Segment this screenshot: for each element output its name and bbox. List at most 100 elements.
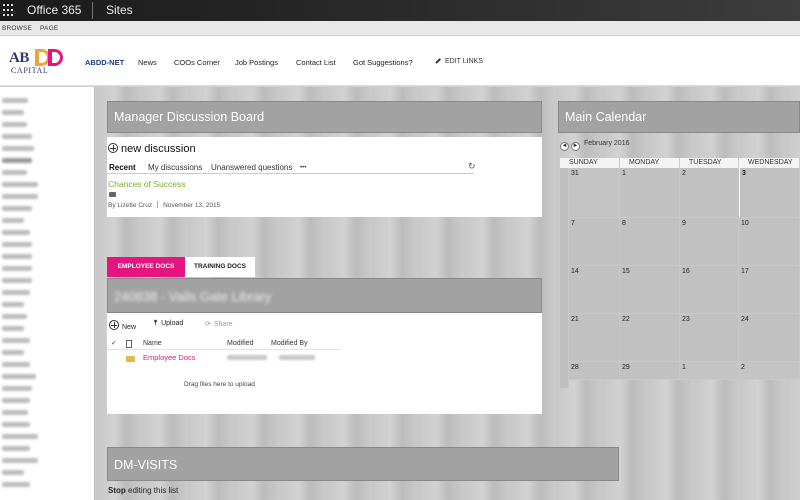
- suite-title[interactable]: Office 365: [27, 3, 81, 17]
- tab-recent[interactable]: Recent: [109, 163, 136, 172]
- calendar-day-cell[interactable]: 16: [680, 266, 739, 314]
- tab-unanswered-questions[interactable]: Unanswered questions: [211, 163, 292, 172]
- nav-item-abdd-net[interactable]: ABDD-NET: [85, 58, 124, 67]
- edit-links-button[interactable]: EDIT LINKS: [435, 58, 483, 65]
- nav-item-got-suggestions[interactable]: Got Suggestions?: [353, 58, 413, 67]
- calendar-day-cell[interactable]: 29: [620, 362, 680, 380]
- upload-button[interactable]: ⤒ Upload: [154, 320, 183, 328]
- column-header-name[interactable]: Name: [143, 340, 162, 347]
- sidebar-item[interactable]: [2, 122, 27, 127]
- new-discussion-button[interactable]: new discussion: [108, 143, 196, 155]
- ribbon-tab-browse[interactable]: BROWSE: [2, 25, 32, 32]
- calendar-day-cell[interactable]: 10: [739, 218, 800, 266]
- sidebar-item[interactable]: [2, 314, 27, 319]
- discussion-board-panel: new discussion Recent My discussions Una…: [107, 137, 542, 217]
- sidebar-item[interactable]: [2, 362, 30, 367]
- calendar-day-cell[interactable]: 2: [739, 362, 800, 380]
- sidebar-item[interactable]: [2, 158, 32, 163]
- calendar-day-cell[interactable]: 15: [620, 266, 680, 314]
- suite-sites-link[interactable]: Sites: [106, 3, 133, 17]
- tab-employee-docs[interactable]: EMPLOYEE DOCS: [107, 257, 185, 277]
- sidebar-item[interactable]: [2, 482, 30, 487]
- sidebar-item[interactable]: [2, 182, 38, 187]
- calendar-day-cell[interactable]: 7: [569, 218, 620, 266]
- nav-item-job-postings[interactable]: Job Postings: [235, 58, 278, 67]
- stop-editing-link[interactable]: Stop: [108, 486, 126, 495]
- sidebar-item[interactable]: [2, 410, 28, 415]
- refresh-icon[interactable]: ↻: [468, 161, 476, 172]
- post-date: November 13, 2015: [163, 202, 221, 209]
- folder-link-employee-docs[interactable]: Employee Docs: [143, 353, 196, 362]
- calendar-day-cell[interactable]: 14: [569, 266, 620, 314]
- sidebar-item[interactable]: [2, 470, 24, 475]
- share-button[interactable]: ⟳ Share: [205, 320, 233, 328]
- calendar-day-cell[interactable]: 28: [569, 362, 620, 380]
- sidebar-item[interactable]: [2, 458, 38, 463]
- sidebar-item[interactable]: [2, 398, 30, 403]
- sidebar-item[interactable]: [2, 422, 30, 427]
- calendar-week-gutter: [560, 168, 569, 388]
- more-options-button[interactable]: •••: [300, 165, 306, 171]
- library-header: 240838 - Vails Gate Library: [107, 278, 542, 313]
- sidebar-item[interactable]: [2, 134, 32, 139]
- calendar-header: Main Calendar: [558, 101, 800, 133]
- calendar-day-cell[interactable]: 9: [680, 218, 739, 266]
- modified-date-blurred: [227, 355, 267, 360]
- calendar-day-cell[interactable]: 2: [680, 168, 739, 218]
- calendar-day-cell[interactable]: 21: [569, 314, 620, 362]
- calendar-day-cell-today[interactable]: 3: [739, 168, 800, 218]
- sidebar-item[interactable]: [2, 302, 24, 307]
- sidebar-item[interactable]: [2, 206, 32, 211]
- sidebar-item[interactable]: [2, 242, 32, 247]
- nav-item-news[interactable]: News: [138, 58, 157, 67]
- calendar-month-label: February 2016: [583, 140, 630, 147]
- document-type-icon: [126, 340, 132, 348]
- sidebar-item[interactable]: [2, 446, 30, 451]
- tab-my-discussions[interactable]: My discussions: [148, 163, 202, 172]
- discussion-post-title[interactable]: Chances of Success: [108, 179, 185, 189]
- app-launcher-icon[interactable]: [0, 0, 14, 21]
- ribbon-tab-page[interactable]: PAGE: [40, 25, 58, 32]
- calendar-day-cell[interactable]: 22: [620, 314, 680, 362]
- sidebar-item[interactable]: [2, 218, 24, 223]
- logo-capital-text: CAPITAL: [11, 66, 49, 75]
- sidebar-item[interactable]: [2, 254, 32, 259]
- sidebar-item[interactable]: [2, 146, 34, 151]
- calendar-day-cell[interactable]: 1: [680, 362, 739, 380]
- sidebar-item[interactable]: [2, 170, 27, 175]
- calendar-day-cell[interactable]: 23: [680, 314, 739, 362]
- next-month-button[interactable]: ►: [571, 142, 580, 151]
- sidebar-item[interactable]: [2, 338, 30, 343]
- pencil-icon: [435, 58, 441, 64]
- sidebar-item[interactable]: [2, 110, 24, 115]
- nav-item-coos-corner[interactable]: COOs Corner: [174, 58, 220, 67]
- new-document-button[interactable]: New: [109, 320, 136, 331]
- sidebar-item[interactable]: [2, 350, 24, 355]
- sidebar-item[interactable]: [2, 326, 24, 331]
- calendar-day-cell[interactable]: 8: [620, 218, 680, 266]
- post-author[interactable]: By Lizette Cruz: [108, 202, 152, 209]
- sidebar-item[interactable]: [2, 266, 32, 271]
- nav-item-contact-list[interactable]: Contact List: [296, 58, 336, 67]
- sidebar-item[interactable]: [2, 230, 30, 235]
- prev-month-button[interactable]: ◄: [560, 142, 569, 151]
- suite-divider: [92, 2, 93, 19]
- column-header-modified[interactable]: Modified: [227, 340, 253, 347]
- calendar-day-cell[interactable]: 24: [739, 314, 800, 362]
- company-logo[interactable]: AB CAPITAL: [9, 49, 67, 76]
- sidebar-item[interactable]: [2, 194, 38, 199]
- sidebar-item[interactable]: [2, 98, 28, 103]
- sidebar-item[interactable]: [2, 290, 30, 295]
- share-label: Share: [213, 321, 233, 328]
- calendar-day-cell[interactable]: 17: [739, 266, 800, 314]
- select-all-checkbox[interactable]: ✓: [111, 339, 117, 347]
- tab-training-docs[interactable]: TRAINING DOCS: [185, 257, 255, 277]
- sidebar-item[interactable]: [2, 278, 32, 283]
- sidebar-item[interactable]: [2, 434, 38, 439]
- column-header-modified-by[interactable]: Modified By: [271, 340, 308, 347]
- calendar-day-cell[interactable]: 1: [620, 168, 680, 218]
- calendar-day-cell[interactable]: 31: [569, 168, 620, 218]
- sidebar-item[interactable]: [2, 374, 36, 379]
- sidebar-item[interactable]: [2, 386, 32, 391]
- calendar-dayname: MONDAY: [620, 158, 680, 168]
